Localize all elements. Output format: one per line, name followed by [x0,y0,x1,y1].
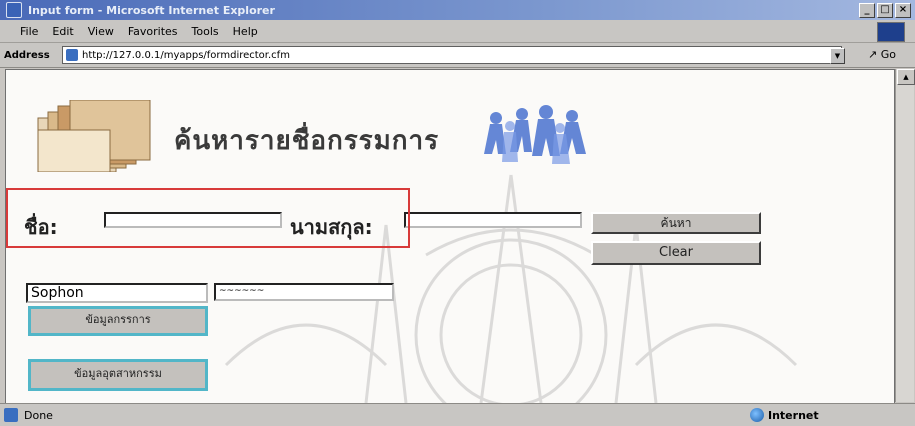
director-info-button[interactable]: ข้อมูลกรรการ [28,306,208,336]
status-page-icon [4,408,18,422]
scroll-up-icon[interactable]: ▲ [897,69,915,85]
result-first-name-input[interactable]: Sophon [26,283,208,303]
address-url: http://127.0.0.1/myapps/formdirector.cfm [82,49,290,61]
status-text: Done [24,408,53,422]
menu-view[interactable]: View [88,25,114,38]
vertical-scrollbar[interactable]: ▲ [895,69,915,402]
menu-favorites[interactable]: Favorites [128,25,178,38]
industry-info-button[interactable]: ข้อมูลอุตสาหกรรม [28,359,208,391]
status-bar: Done Internet [0,403,915,426]
chevron-down-icon[interactable]: ▼ [830,48,845,64]
ie-page-icon [6,2,22,18]
highlight-box [6,188,410,248]
minimize-button[interactable]: _ [859,3,875,18]
menu-tools[interactable]: Tools [192,25,219,38]
menu-help[interactable]: Help [233,25,258,38]
people-icon [484,105,586,164]
window-controls: _ □ × [859,3,911,18]
menu-file[interactable]: File [20,25,38,38]
page-icon [66,49,78,61]
clear-button[interactable]: Clear [591,241,761,265]
menu-bar: File Edit View Favorites Tools Help [0,20,915,43]
go-label: Go [880,48,896,61]
folder-icon [37,100,151,172]
globe-icon [750,408,764,422]
result-last-name-input[interactable]: ~~~~~~ [214,283,394,301]
ie-logo-icon [877,22,905,42]
address-input[interactable]: http://127.0.0.1/myapps/formdirector.cfm [62,46,842,64]
page-title: ค้นหารายชื่อกรรมการ [174,126,440,156]
window-title: Input form - Microsoft Internet Explorer [28,3,275,17]
address-label: Address [4,49,50,61]
go-arrow-icon: ↗ [868,48,878,61]
maximize-button[interactable]: □ [877,3,893,18]
menu-edit[interactable]: Edit [52,25,73,38]
search-button[interactable]: ค้นหา [591,212,761,234]
title-bar: Input form - Microsoft Internet Explorer… [0,0,915,20]
go-button[interactable]: ↗ Go [868,48,896,61]
close-button[interactable]: × [895,3,911,18]
security-zone: Internet [768,408,819,422]
last-name-input[interactable] [404,212,582,228]
address-bar: Address http://127.0.0.1/myapps/formdire… [0,43,915,68]
